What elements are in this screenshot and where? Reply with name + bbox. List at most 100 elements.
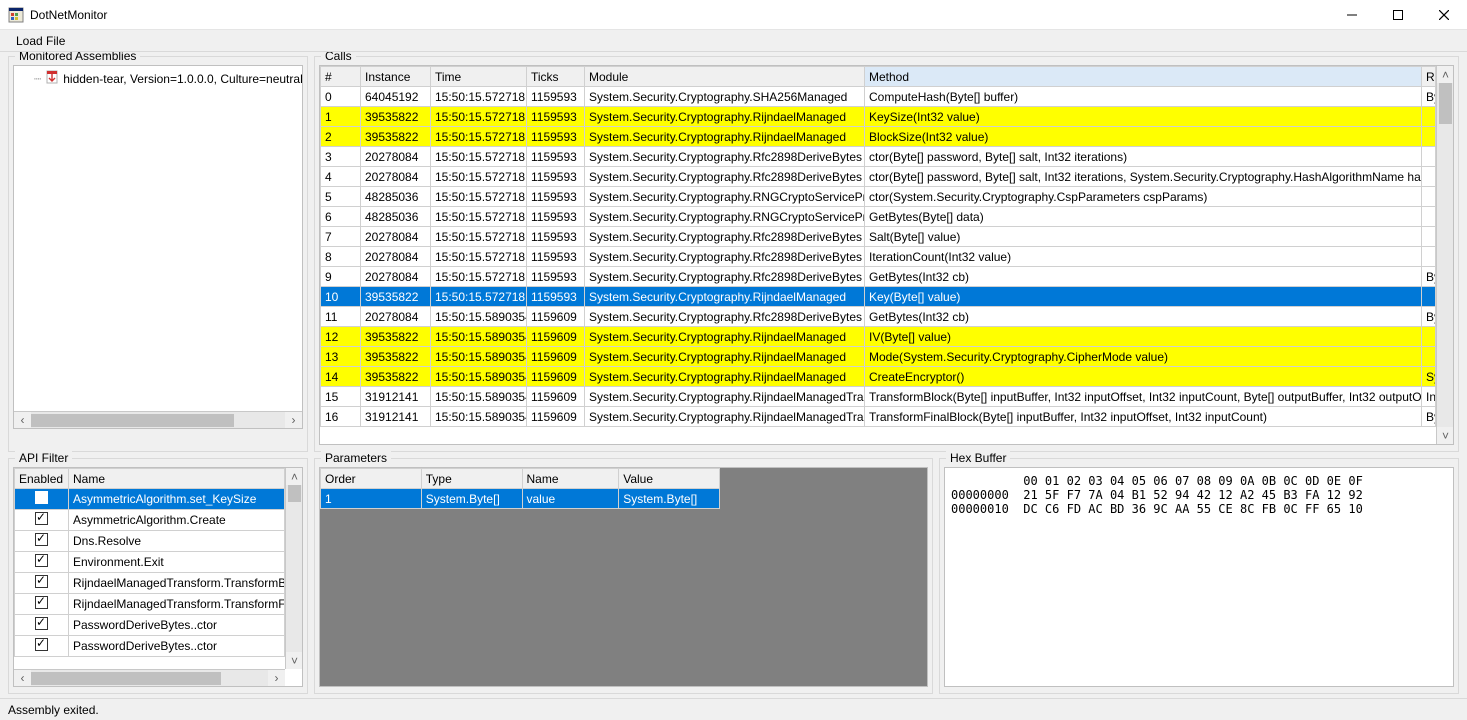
calls-row[interactable]: 64828503615:50:15.57271811159593System.S…: [321, 207, 1436, 227]
hex-view[interactable]: 00 01 02 03 04 05 06 07 08 09 0A 0B 0C 0…: [944, 467, 1454, 687]
col-type[interactable]: Type: [421, 469, 522, 489]
calls-vscroll[interactable]: ˄ ˅: [1436, 66, 1453, 444]
calls-row[interactable]: 54828503615:50:15.57271811159593System.S…: [321, 187, 1436, 207]
col-num[interactable]: #: [321, 67, 361, 87]
apifilter-vscroll[interactable]: ˄ ˅: [285, 468, 302, 669]
cell: 64045192: [361, 87, 431, 107]
scroll-right-icon[interactable]: ›: [285, 412, 302, 429]
minimize-button[interactable]: [1329, 0, 1375, 30]
calls-row[interactable]: 163191214115:50:15.58903541159609System.…: [321, 407, 1436, 427]
scroll-up-icon[interactable]: ˄: [1437, 66, 1454, 83]
enabled-cell[interactable]: [15, 510, 69, 531]
cell: [1422, 287, 1436, 307]
cell: 39535822: [361, 327, 431, 347]
tree-line-icon: ┈: [34, 72, 41, 86]
menubar: Load File: [0, 30, 1467, 52]
calls-row[interactable]: 123953582215:50:15.58903541159609System.…: [321, 327, 1436, 347]
calls-row[interactable]: 72027808415:50:15.57271811159593System.S…: [321, 227, 1436, 247]
enabled-cell[interactable]: [15, 552, 69, 573]
enabled-cell[interactable]: [15, 573, 69, 594]
enabled-cell[interactable]: [15, 531, 69, 552]
tree-node[interactable]: ┈ hidden-tear, Version=1.0.0.0, Culture=…: [18, 70, 298, 87]
col-order[interactable]: Order: [321, 469, 422, 489]
calls-row[interactable]: 103953582215:50:15.57271811159593System.…: [321, 287, 1436, 307]
enabled-cell[interactable]: [15, 615, 69, 636]
scroll-left-icon[interactable]: ‹: [14, 670, 31, 687]
window: DotNetMonitor Load File Monitored Assemb…: [0, 0, 1467, 720]
apifilter-row[interactable]: AsymmetricAlgorithm.Create: [15, 510, 285, 531]
scroll-right-icon[interactable]: ›: [268, 670, 285, 687]
calls-row[interactable]: 153191214115:50:15.58903541159609System.…: [321, 387, 1436, 407]
params-header-row[interactable]: Order Type Name Value: [321, 469, 720, 489]
calls-row[interactable]: 42027808415:50:15.57271811159593System.S…: [321, 167, 1436, 187]
col-pname[interactable]: Name: [522, 469, 619, 489]
calls-row[interactable]: 143953582215:50:15.58903541159609System.…: [321, 367, 1436, 387]
checkbox-icon[interactable]: [35, 491, 48, 504]
calls-row[interactable]: 112027808415:50:15.58903541159609System.…: [321, 307, 1436, 327]
checkbox-icon[interactable]: [35, 554, 48, 567]
col-value[interactable]: Value: [619, 469, 720, 489]
apifilter-header-row[interactable]: Enabled Name: [15, 469, 285, 489]
col-method[interactable]: Method: [865, 67, 1422, 87]
calls-row[interactable]: 13953582215:50:15.57271811159593System.S…: [321, 107, 1436, 127]
col-r[interactable]: R: [1422, 67, 1436, 87]
calls-row[interactable]: 92027808415:50:15.57271811159593System.S…: [321, 267, 1436, 287]
col-name[interactable]: Name: [69, 469, 285, 489]
checkbox-icon[interactable]: [35, 596, 48, 609]
calls-row[interactable]: 133953582215:50:15.58903541159609System.…: [321, 347, 1436, 367]
calls-row[interactable]: 82027808415:50:15.57271811159593System.S…: [321, 247, 1436, 267]
cell: System.Security.Cryptography.Rfc2898Deri…: [585, 147, 865, 167]
parameters-grid[interactable]: Order Type Name Value 1 System.Byte[] va…: [319, 467, 928, 687]
apifilter-hscroll[interactable]: ‹ ›: [14, 669, 285, 686]
calls-grid[interactable]: # Instance Time Ticks Module Method R 06…: [319, 65, 1454, 445]
scroll-down-icon[interactable]: ˅: [286, 652, 303, 669]
param-row[interactable]: 1 System.Byte[] value System.Byte[]: [321, 489, 720, 509]
apifilter-row[interactable]: Dns.Resolve: [15, 531, 285, 552]
content: Monitored Assemblies ┈ hidden-tear, Vers…: [0, 52, 1467, 698]
calls-row[interactable]: 06404519215:50:15.57271811159593System.S…: [321, 87, 1436, 107]
scroll-left-icon[interactable]: ‹: [14, 412, 31, 429]
checkbox-icon[interactable]: [35, 638, 48, 651]
apifilter-row[interactable]: PasswordDeriveBytes..ctor: [15, 615, 285, 636]
cell: 15: [321, 387, 361, 407]
checkbox-icon[interactable]: [35, 575, 48, 588]
checkbox-icon[interactable]: [35, 617, 48, 630]
apifilter-row[interactable]: RijndaelManagedTransform.TransformBlock: [15, 573, 285, 594]
maximize-button[interactable]: [1375, 0, 1421, 30]
col-instance[interactable]: Instance: [361, 67, 431, 87]
apifilter-row[interactable]: RijndaelManagedTransform.TransformFinalB…: [15, 594, 285, 615]
calls-row[interactable]: 23953582215:50:15.57271811159593System.S…: [321, 127, 1436, 147]
apifilter-row[interactable]: PasswordDeriveBytes..ctor: [15, 636, 285, 657]
enabled-cell[interactable]: [15, 489, 69, 510]
col-module[interactable]: Module: [585, 67, 865, 87]
cell: 39535822: [361, 367, 431, 387]
cell: [1422, 327, 1436, 347]
col-ticks[interactable]: Ticks: [527, 67, 585, 87]
calls-row[interactable]: 32027808415:50:15.57271811159593System.S…: [321, 147, 1436, 167]
cell: 20278084: [361, 307, 431, 327]
enabled-cell[interactable]: [15, 636, 69, 657]
calls-header-row[interactable]: # Instance Time Ticks Module Method R: [321, 67, 1436, 87]
apifilter-grid[interactable]: Enabled Name AsymmetricAlgorithm.set_Key…: [13, 467, 303, 687]
close-button[interactable]: [1421, 0, 1467, 30]
cell: Int: [1422, 387, 1436, 407]
enabled-cell[interactable]: [15, 594, 69, 615]
apifilter-row[interactable]: AsymmetricAlgorithm.set_KeySize: [15, 489, 285, 510]
menu-load-file[interactable]: Load File: [8, 32, 73, 50]
cell: 48285036: [361, 207, 431, 227]
checkbox-icon[interactable]: [35, 512, 48, 525]
cell: [1422, 127, 1436, 147]
cell: 20278084: [361, 247, 431, 267]
tree-hscroll[interactable]: ‹ ›: [14, 411, 302, 428]
scroll-up-icon[interactable]: ˄: [286, 468, 303, 485]
col-enabled[interactable]: Enabled: [15, 469, 69, 489]
apifilter-row[interactable]: Environment.Exit: [15, 552, 285, 573]
col-time[interactable]: Time: [431, 67, 527, 87]
cell: Byt: [1422, 407, 1436, 427]
scroll-down-icon[interactable]: ˅: [1437, 427, 1454, 444]
cell: 15:50:15.5727181: [431, 167, 527, 187]
cell: 39535822: [361, 107, 431, 127]
checkbox-icon[interactable]: [35, 533, 48, 546]
name-cell: AsymmetricAlgorithm.Create: [69, 510, 285, 531]
assemblies-tree[interactable]: ┈ hidden-tear, Version=1.0.0.0, Culture=…: [13, 65, 303, 429]
